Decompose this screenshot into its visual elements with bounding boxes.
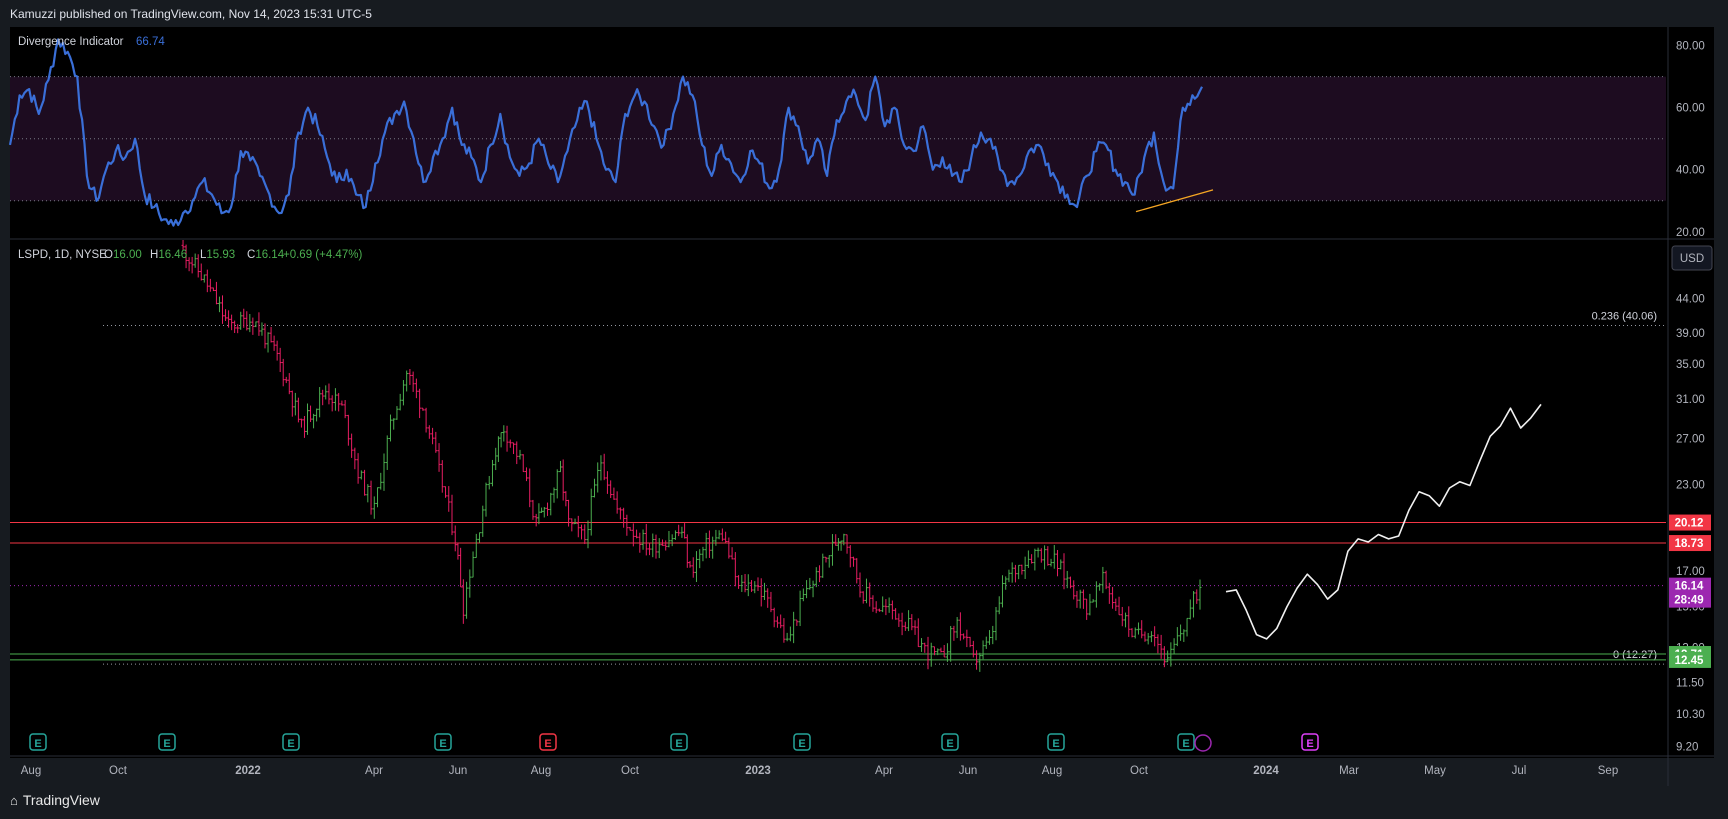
earnings-marker-label: E <box>34 738 41 750</box>
tradingview-footer[interactable]: ⌂ TradingView <box>10 792 100 808</box>
countdown-label: 28:49 <box>1674 595 1703 607</box>
time-tick-label: 2022 <box>235 765 261 777</box>
time-tick-label: Mar <box>1339 765 1359 777</box>
tradingview-logo-icon: ⌂ <box>10 792 18 808</box>
earnings-marker-label: E <box>798 738 805 750</box>
price-tick-label: 44.00 <box>1676 294 1705 306</box>
time-tick-label: Aug <box>21 765 41 777</box>
time-tick-label: Aug <box>531 765 551 777</box>
earnings-marker-label: E <box>675 738 682 750</box>
price-tick-label: 9.20 <box>1676 742 1698 754</box>
indicator-tick-label: 40.00 <box>1676 165 1705 177</box>
indicator-title: Divergence Indicator <box>18 36 124 48</box>
price-badge-label: 18.73 <box>1675 538 1704 550</box>
ohlc-value: +0.69 (+4.47%) <box>283 249 362 261</box>
ohlc-value: H16.46 <box>150 249 187 261</box>
fib-level-label: 0 (12.27) <box>1613 649 1657 661</box>
earnings-marker-label: E <box>439 738 446 750</box>
time-tick-label: 2023 <box>745 765 771 777</box>
time-tick-label: Aug <box>1042 765 1062 777</box>
earnings-marker-label: E <box>287 738 294 750</box>
indicator-value: 66.74 <box>136 36 165 48</box>
price-tick-label: 31.00 <box>1676 394 1705 406</box>
time-tick-label: Jul <box>1512 765 1527 777</box>
fib-level-label: 0.236 (40.06) <box>1592 310 1657 322</box>
time-tick-label: Apr <box>875 765 893 777</box>
indicator-tick-label: 60.00 <box>1676 103 1705 115</box>
time-tick-label: Jun <box>449 765 468 777</box>
indicator-tick-label: 80.00 <box>1676 41 1705 53</box>
symbol-label: LSPD, 1D, NYSE <box>18 249 107 261</box>
price-tick-label: 27.00 <box>1676 433 1705 445</box>
earnings-marker-label: E <box>163 738 170 750</box>
price-tick-label: 11.50 <box>1676 678 1704 690</box>
price-tick-label: 35.00 <box>1676 359 1705 371</box>
price-tick-label: 10.30 <box>1676 709 1705 721</box>
indicator-tick-label: 20.00 <box>1676 227 1705 239</box>
price-badge-label: 12.45 <box>1675 655 1704 667</box>
chart: 0.236 (40.06) 0 (12.27) E E E E E E E E E E E 80.00 6… <box>8 27 1714 786</box>
time-tick-label: Oct <box>621 765 640 777</box>
time-tick-label: Apr <box>365 765 383 777</box>
price-badge-label: 20.12 <box>1675 518 1704 530</box>
time-tick-label: May <box>1424 765 1446 777</box>
price-badge-label: 16.14 <box>1675 581 1704 593</box>
earnings-marker-label: E <box>1182 738 1189 750</box>
earnings-marker-label: E <box>1052 738 1059 750</box>
ohlc-value: C16.14 <box>247 249 285 261</box>
price-tick-label: 23.00 <box>1676 479 1705 491</box>
time-tick-label: Sep <box>1598 765 1618 777</box>
ohlc-value: O16.00 <box>104 249 142 261</box>
earnings-marker-label: E <box>1306 738 1313 750</box>
time-tick-label: Oct <box>109 765 128 777</box>
price-tick-label: 17.00 <box>1676 566 1705 578</box>
currency-label: USD <box>1680 253 1704 265</box>
ohlc-value: L15.93 <box>200 249 235 261</box>
time-tick-label: Oct <box>1130 765 1149 777</box>
brand-label: TradingView <box>22 792 100 808</box>
price-tick-label: 39.00 <box>1676 328 1705 340</box>
earnings-marker-label: E <box>946 738 953 750</box>
time-tick-label: 2024 <box>1253 765 1279 777</box>
earnings-marker-label: E <box>544 738 551 750</box>
time-tick-label: Jun <box>959 765 978 777</box>
